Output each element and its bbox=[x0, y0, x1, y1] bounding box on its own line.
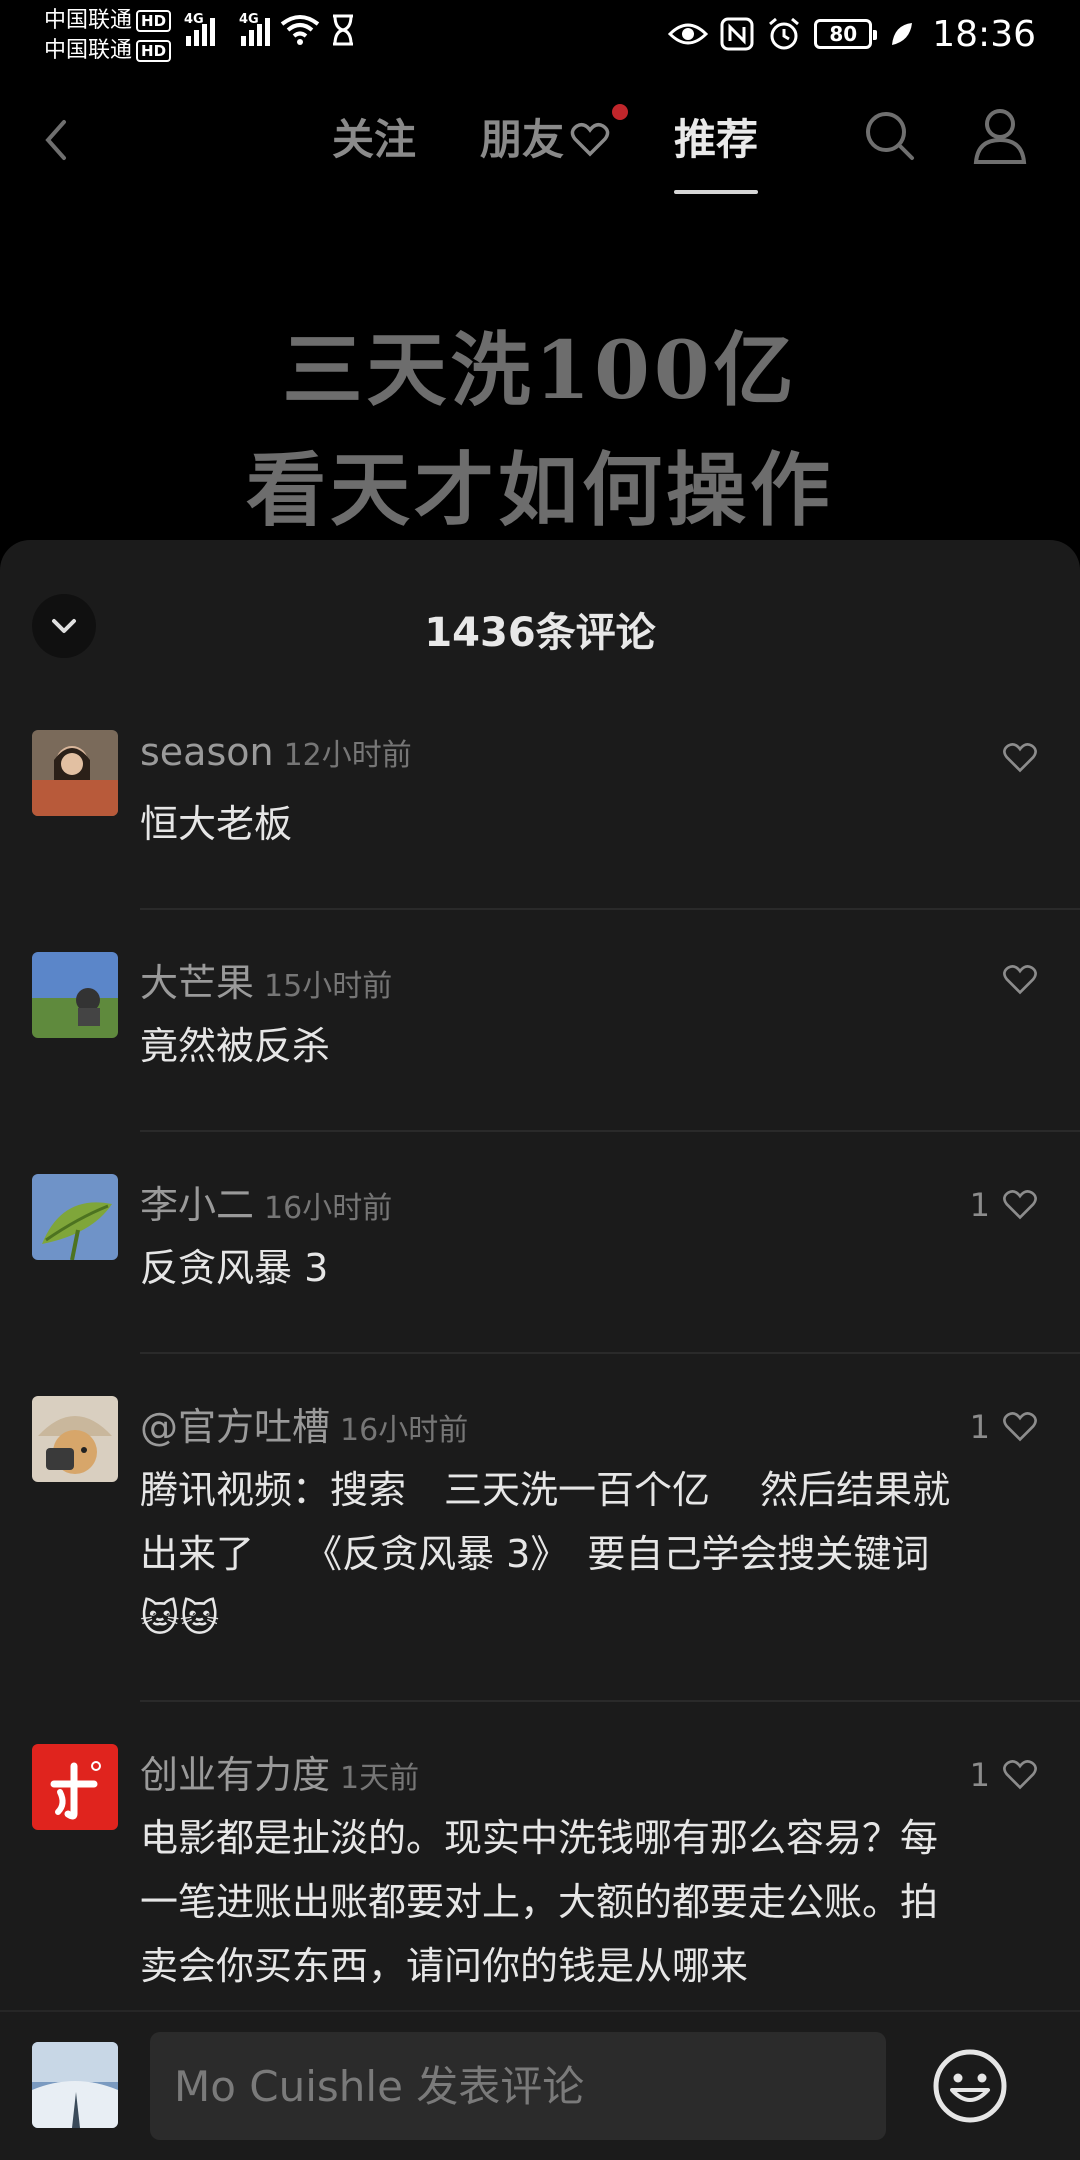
status-right: 80 18:36 bbox=[668, 10, 1036, 58]
emoji-icon[interactable] bbox=[930, 2046, 1010, 2126]
alarm-icon bbox=[769, 17, 800, 50]
comment-author[interactable]: 创业有力度 bbox=[140, 1744, 330, 1799]
hourglass-icon bbox=[333, 14, 353, 46]
profile-icon[interactable] bbox=[970, 104, 1030, 168]
comment-item: 李小二 16小时前 反贪风暴 3 1 bbox=[0, 1174, 1080, 1300]
feed-tabs: 关注 朋友 推荐 bbox=[300, 100, 790, 194]
wifi-icon bbox=[280, 15, 320, 45]
top-navigation: 关注 朋友 推荐 bbox=[0, 90, 1080, 194]
comment-time: 16小时前 bbox=[340, 1413, 469, 1448]
leaf-icon bbox=[892, 23, 913, 45]
avatar[interactable] bbox=[32, 1744, 118, 1830]
comment-time: 12小时前 bbox=[283, 738, 412, 773]
carrier-name-1: 中国联通 bbox=[44, 8, 133, 33]
signal-icon: 4G bbox=[239, 12, 270, 46]
divider bbox=[140, 1700, 1080, 1702]
hd-badge: HD bbox=[136, 40, 172, 62]
comment-author[interactable]: season bbox=[140, 730, 274, 774]
like-button[interactable]: 1 bbox=[970, 1186, 1038, 1224]
nfc-icon bbox=[720, 17, 754, 51]
comment-text: 腾讯视频：搜索 三天洗一百个亿 然后结果就出来了 《反贪风暴 3》 要自己学会搜… bbox=[140, 1468, 951, 1640]
video-title-line1: 三天洗100亿 bbox=[282, 323, 798, 417]
comment-author[interactable]: 李小二 bbox=[140, 1174, 254, 1229]
divider bbox=[140, 908, 1080, 910]
comment-text: 恒大老板 bbox=[140, 802, 293, 846]
comment-input[interactable] bbox=[150, 2032, 886, 2140]
heart-icon bbox=[1003, 965, 1037, 995]
comment-count: 1436条评论 bbox=[424, 610, 656, 656]
comment-input-bar bbox=[0, 2010, 1080, 2160]
status-bar: 中国联通 HD 中国联通 HD 4G 4G 80 18:36 bbox=[0, 0, 1080, 68]
carrier-name-2: 中国联通 bbox=[44, 38, 133, 63]
comments-header: 1436条评论 bbox=[0, 540, 1080, 710]
tab-label: 推荐 bbox=[674, 115, 759, 164]
comment-item: 创业有力度 1天前 电影都是扯淡的。现实中洗钱哪有那么容易？每一笔进账出账都要对… bbox=[0, 1744, 1080, 1998]
like-button[interactable] bbox=[990, 964, 1038, 996]
like-button[interactable] bbox=[990, 742, 1038, 774]
avatar[interactable] bbox=[32, 1396, 118, 1482]
back-icon[interactable] bbox=[36, 110, 76, 170]
comments-sheet: 1436条评论 season 12小时前 恒大老板 大芒果 15小时前 竟然被反… bbox=[0, 540, 1080, 2160]
comment-text: 反贪风暴 3 bbox=[140, 1246, 329, 1290]
heart-icon bbox=[1003, 1412, 1037, 1442]
comment-text: 竟然被反杀 bbox=[140, 1024, 331, 1068]
like-count: 1 bbox=[969, 1408, 990, 1446]
comment-item: @官方吐槽 16小时前 腾讯视频：搜索 三天洗一百个亿 然后结果就出来了 《反贪… bbox=[0, 1396, 1080, 1650]
divider bbox=[140, 1352, 1080, 1354]
notification-badge bbox=[612, 104, 629, 120]
signal-icon: 4G bbox=[184, 12, 215, 46]
tab-friends[interactable]: 朋友 bbox=[448, 100, 642, 180]
video-title-line2: 看天才如何操作 bbox=[246, 443, 834, 537]
like-count: 1 bbox=[969, 1756, 990, 1794]
like-button[interactable]: 1 bbox=[970, 1408, 1038, 1446]
comment-item: 大芒果 15小时前 竟然被反杀 bbox=[0, 952, 1080, 1078]
comment-text: 电影都是扯淡的。现实中洗钱哪有那么容易？每一笔进账出账都要对上，大额的都要走公账… bbox=[140, 1816, 939, 1988]
heart-icon bbox=[1003, 743, 1037, 773]
comment-time: 16小时前 bbox=[264, 1191, 393, 1226]
carrier-info: 中国联通 HD 中国联通 HD bbox=[44, 6, 172, 66]
avatar[interactable] bbox=[32, 2042, 118, 2128]
heart-icon bbox=[570, 122, 610, 157]
comment-time: 1天前 bbox=[340, 1761, 420, 1796]
tab-recommended[interactable]: 推荐 bbox=[642, 100, 790, 194]
comment-item: season 12小时前 恒大老板 bbox=[0, 730, 1080, 856]
tab-following[interactable]: 关注 bbox=[300, 100, 448, 180]
heart-icon bbox=[1003, 1190, 1037, 1220]
tab-label: 朋友 bbox=[480, 115, 565, 164]
video-title-overlay: 三天洗100亿 看天才如何操作 bbox=[0, 310, 1080, 550]
battery-level: 80 bbox=[829, 22, 858, 46]
hd-badge: HD bbox=[136, 10, 172, 32]
battery-icon: 80 bbox=[814, 19, 878, 49]
avatar[interactable] bbox=[32, 952, 118, 1038]
like-button[interactable]: 1 bbox=[970, 1756, 1038, 1794]
search-icon[interactable] bbox=[860, 106, 920, 166]
signal-indicators: 4G 4G bbox=[184, 12, 356, 46]
avatar[interactable] bbox=[32, 730, 118, 816]
avatar[interactable] bbox=[32, 1174, 118, 1260]
clock: 18:36 bbox=[932, 13, 1036, 55]
eye-icon bbox=[668, 23, 709, 45]
tab-label: 关注 bbox=[332, 115, 417, 164]
comment-author[interactable]: 大芒果 bbox=[140, 952, 254, 1007]
comment-time: 15小时前 bbox=[264, 969, 393, 1004]
heart-icon bbox=[1003, 1760, 1037, 1790]
divider bbox=[140, 1130, 1080, 1132]
comment-author[interactable]: @官方吐槽 bbox=[140, 1396, 330, 1451]
like-count: 1 bbox=[969, 1186, 990, 1224]
